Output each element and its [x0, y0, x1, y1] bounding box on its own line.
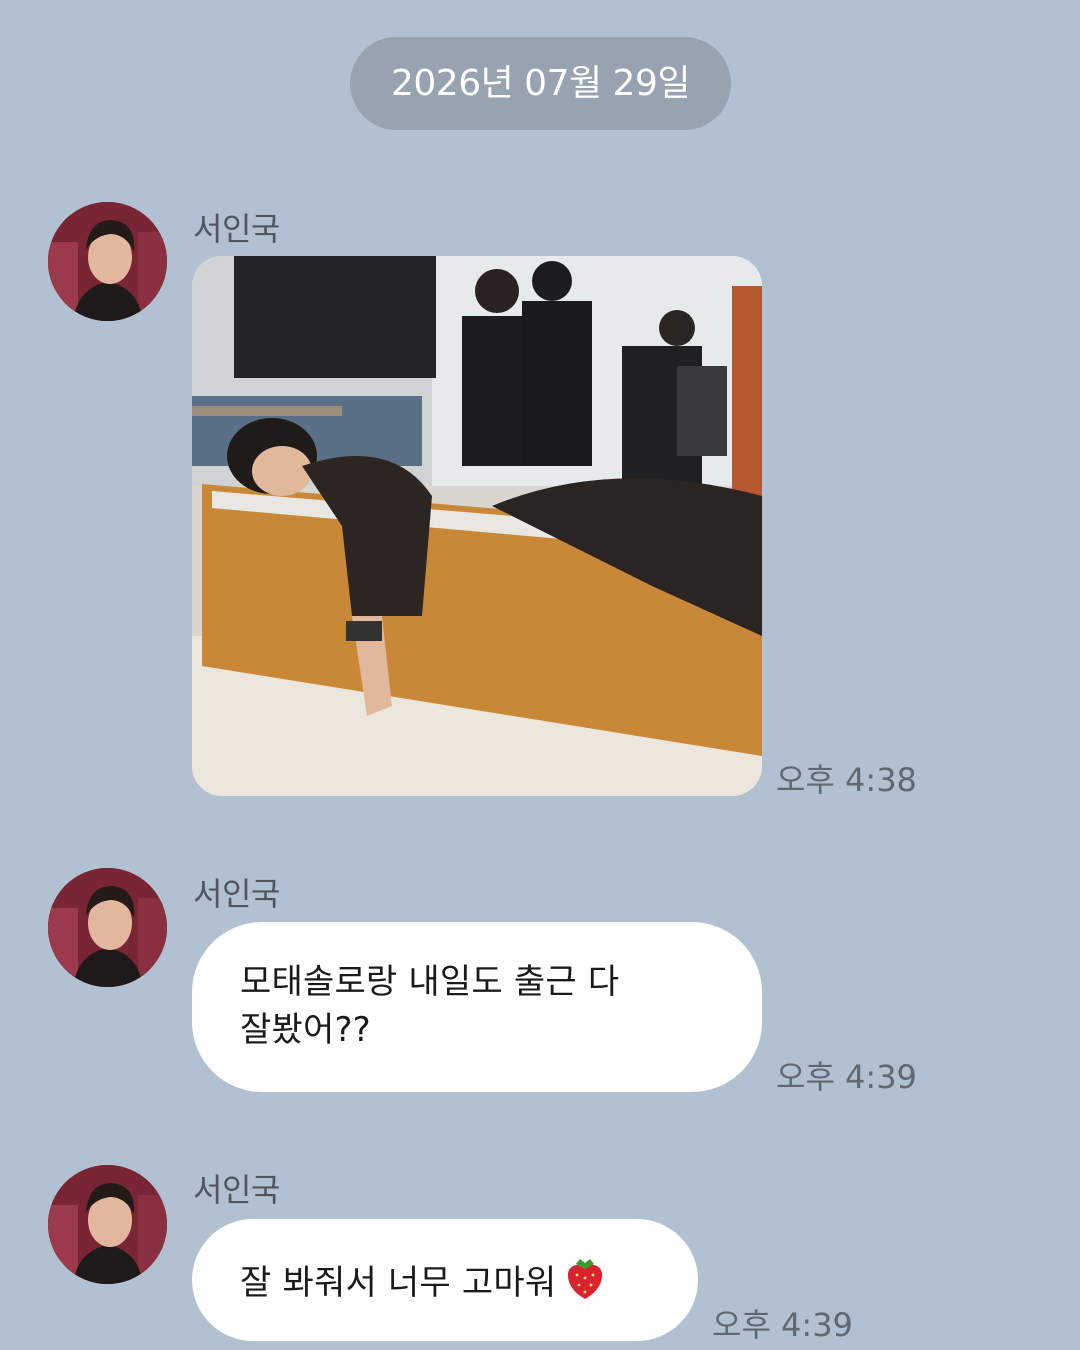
- message-text-line: 잘 봐줘서 너무 고마워: [240, 1263, 557, 1303]
- photo-content: [192, 256, 762, 796]
- message-text-line: 잘봤어??: [240, 1010, 371, 1050]
- avatar-photo: [48, 1165, 167, 1284]
- timestamp: 오후 4:38: [776, 761, 917, 799]
- shared-photo[interactable]: [192, 256, 762, 796]
- message-text-line: 모태솔로랑 내일도 출근 다: [240, 962, 620, 1002]
- sender-name: 서인국: [193, 1171, 280, 1209]
- date-divider: 2026년 07월 29일: [350, 37, 731, 130]
- strawberry-icon: [564, 1255, 606, 1314]
- avatar[interactable]: [48, 868, 167, 987]
- message-bubble[interactable]: 모태솔로랑 내일도 출근 다 잘봤어??: [192, 922, 762, 1092]
- message-bubble[interactable]: 잘 봐줘서 너무 고마워: [192, 1219, 698, 1341]
- avatar[interactable]: [48, 202, 167, 321]
- timestamp: 오후 4:39: [712, 1306, 853, 1344]
- sender-name: 서인국: [193, 875, 280, 913]
- avatar[interactable]: [48, 1165, 167, 1284]
- avatar-photo: [48, 202, 167, 321]
- timestamp: 오후 4:39: [776, 1058, 917, 1096]
- sender-name: 서인국: [193, 210, 280, 248]
- avatar-photo: [48, 868, 167, 987]
